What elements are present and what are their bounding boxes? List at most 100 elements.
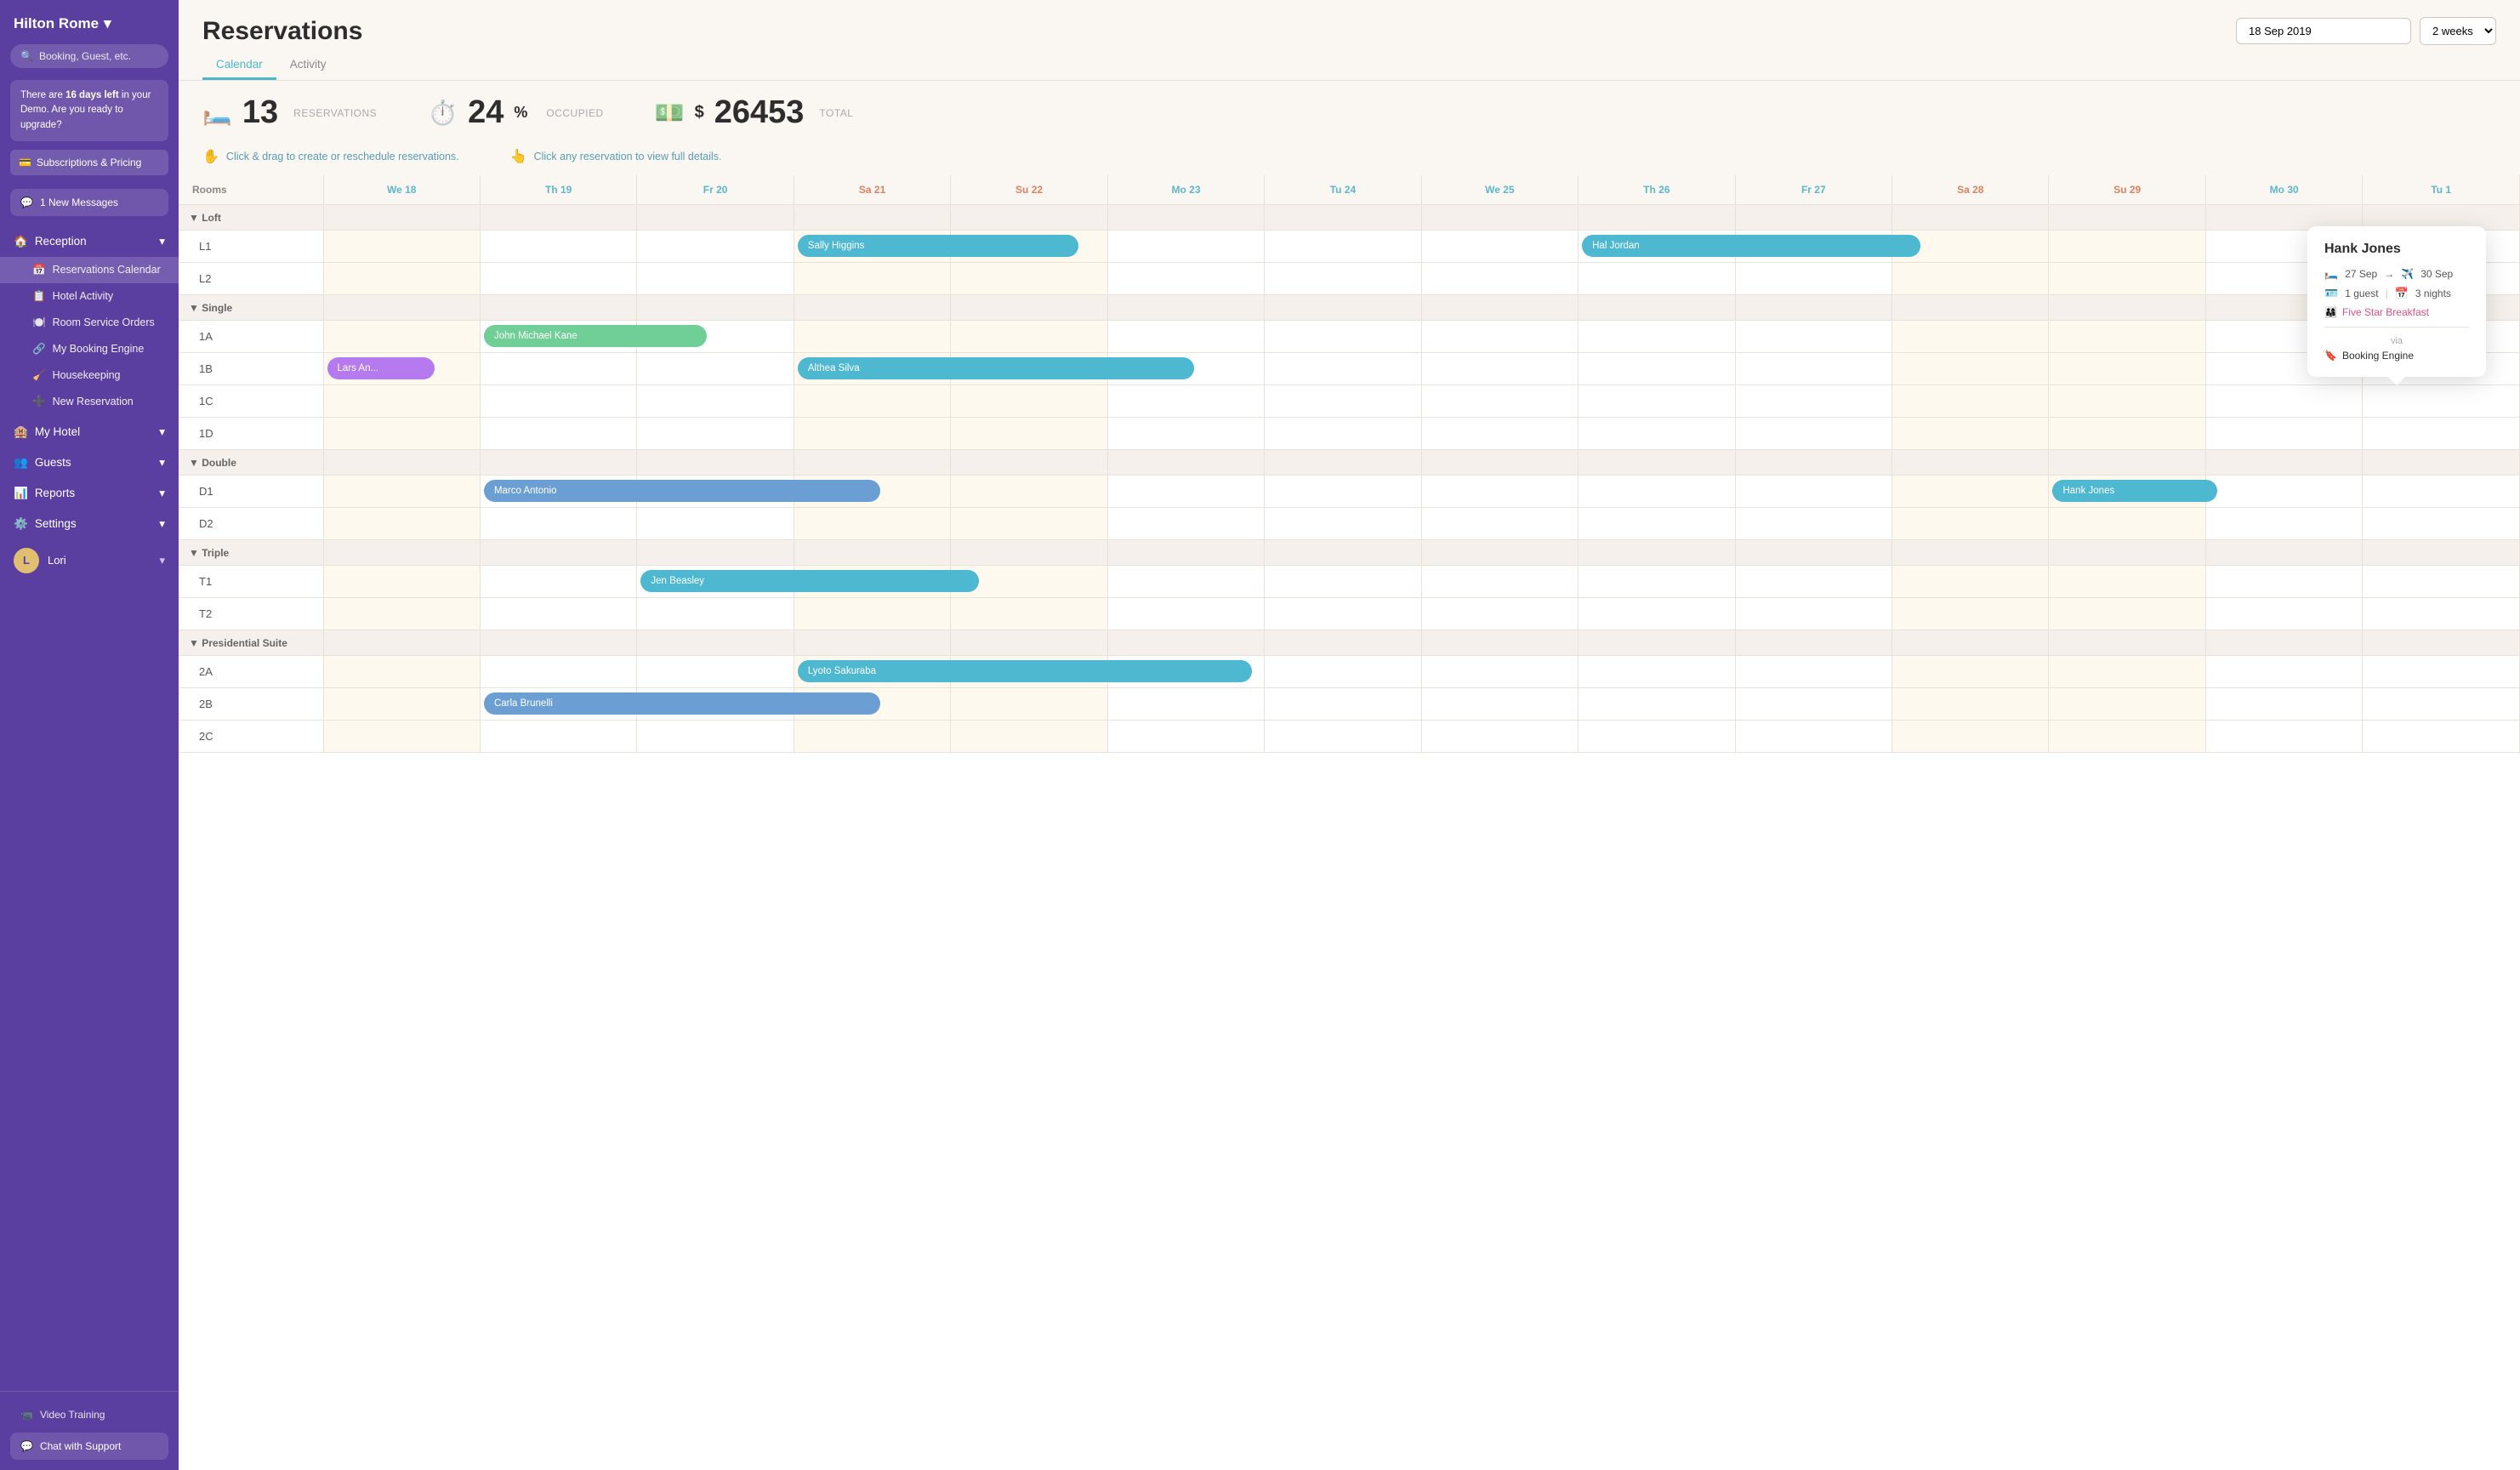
cell-l1-su29[interactable] bbox=[2049, 231, 2205, 263]
reservation-bar[interactable]: Hal Jordan bbox=[1582, 235, 1920, 257]
cell-2c-sa28[interactable] bbox=[1892, 721, 2049, 753]
cell-2b-th26[interactable] bbox=[1579, 688, 1735, 721]
cell-1b-we25[interactable] bbox=[1421, 353, 1578, 385]
cell-2a-su29[interactable] bbox=[2049, 656, 2205, 688]
cell-1d-we18[interactable] bbox=[323, 418, 480, 450]
cell-t2-su22[interactable] bbox=[951, 598, 1107, 630]
upgrade-button[interactable]: 💳 Subscriptions & Pricing bbox=[10, 150, 168, 175]
cell-1c-we18[interactable] bbox=[323, 385, 480, 418]
cell-1c-we25[interactable] bbox=[1421, 385, 1578, 418]
cell-t2-su29[interactable] bbox=[2049, 598, 2205, 630]
tab-activity[interactable]: Activity bbox=[276, 51, 340, 80]
cell-t1-mo30[interactable] bbox=[2205, 566, 2362, 598]
cell-l1-we18[interactable] bbox=[323, 231, 480, 263]
cell-1c-mo23[interactable] bbox=[1107, 385, 1264, 418]
cell-1b-fr20[interactable] bbox=[637, 353, 794, 385]
reservation-bar[interactable]: Carla Brunelli bbox=[484, 692, 880, 715]
cell-2b-su22[interactable] bbox=[951, 688, 1107, 721]
cell-t1-fr27[interactable] bbox=[1735, 566, 1891, 598]
cell-l2-sa28[interactable] bbox=[1892, 263, 2049, 295]
cell-d2-fr27[interactable] bbox=[1735, 508, 1891, 540]
cell-1d-sa28[interactable] bbox=[1892, 418, 2049, 450]
cell-d2-fr20[interactable] bbox=[637, 508, 794, 540]
cell-l1-fr20[interactable] bbox=[637, 231, 794, 263]
cell-d2-tu1[interactable] bbox=[2363, 508, 2520, 540]
tab-calendar[interactable]: Calendar bbox=[202, 51, 276, 80]
cell-l2-sa21[interactable] bbox=[794, 263, 950, 295]
cell-d2-we18[interactable] bbox=[323, 508, 480, 540]
cell-1d-tu24[interactable] bbox=[1265, 418, 1421, 450]
cell-t1-th19[interactable] bbox=[480, 566, 636, 598]
cell-d1-mo23[interactable] bbox=[1107, 476, 1264, 508]
cell-2b-tu24[interactable] bbox=[1265, 688, 1421, 721]
cell-1d-we25[interactable] bbox=[1421, 418, 1578, 450]
cell-1b-fr27[interactable] bbox=[1735, 353, 1891, 385]
cell-1d-su22[interactable] bbox=[951, 418, 1107, 450]
cell-1c-tu1[interactable] bbox=[2363, 385, 2520, 418]
cell-1d-fr27[interactable] bbox=[1735, 418, 1891, 450]
cell-1d-th19[interactable] bbox=[480, 418, 636, 450]
nav-parent-settings[interactable]: ⚙️ Settings ▾ bbox=[0, 509, 179, 539]
reservation-bar[interactable]: Sally Higgins bbox=[798, 235, 1078, 257]
cell-1a-sa21[interactable] bbox=[794, 321, 950, 353]
cell-1b-th19[interactable] bbox=[480, 353, 636, 385]
cell-1a-sa28[interactable] bbox=[1892, 321, 2049, 353]
cell-2b-we25[interactable] bbox=[1421, 688, 1578, 721]
nav-parent-my-hotel[interactable]: 🏨 My Hotel ▾ bbox=[0, 417, 179, 447]
cell-l2-tu24[interactable] bbox=[1265, 263, 1421, 295]
sidebar-item-reservations-calendar[interactable]: 📅 Reservations Calendar bbox=[0, 257, 179, 283]
cell-2c-tu1[interactable] bbox=[2363, 721, 2520, 753]
nav-parent-reports[interactable]: 📊 Reports ▾ bbox=[0, 478, 179, 509]
reservation-bar[interactable]: Hank Jones bbox=[2052, 480, 2217, 502]
cell-2a-fr27[interactable] bbox=[1735, 656, 1891, 688]
cell-d1-mo30[interactable] bbox=[2205, 476, 2362, 508]
cell-t1-tu1[interactable] bbox=[2363, 566, 2520, 598]
cell-t1-mo23[interactable] bbox=[1107, 566, 1264, 598]
cell-2c-fr20[interactable] bbox=[637, 721, 794, 753]
cell-2b-tu1[interactable] bbox=[2363, 688, 2520, 721]
chat-support-button[interactable]: 💬 Chat with Support bbox=[10, 1433, 168, 1460]
cell-1c-su22[interactable] bbox=[951, 385, 1107, 418]
cell-l1-mo23[interactable] bbox=[1107, 231, 1264, 263]
cell-d2-tu24[interactable] bbox=[1265, 508, 1421, 540]
cell-2b-fr27[interactable] bbox=[1735, 688, 1891, 721]
cell-2b-th19[interactable]: Carla Brunelli bbox=[480, 688, 636, 721]
cell-l1-tu24[interactable] bbox=[1265, 231, 1421, 263]
cell-l2-su29[interactable] bbox=[2049, 263, 2205, 295]
video-training-button[interactable]: 📹 Video Training bbox=[10, 1402, 168, 1427]
cell-d2-su22[interactable] bbox=[951, 508, 1107, 540]
cell-t2-fr27[interactable] bbox=[1735, 598, 1891, 630]
cell-1d-mo30[interactable] bbox=[2205, 418, 2362, 450]
cell-2c-we25[interactable] bbox=[1421, 721, 1578, 753]
cell-1c-th26[interactable] bbox=[1579, 385, 1735, 418]
sidebar-item-booking-engine[interactable]: 🔗 My Booking Engine bbox=[0, 336, 179, 362]
cell-1a-we25[interactable] bbox=[1421, 321, 1578, 353]
cell-1b-sa21[interactable]: Althea Silva bbox=[794, 353, 950, 385]
cell-2a-th26[interactable] bbox=[1579, 656, 1735, 688]
cell-2b-mo23[interactable] bbox=[1107, 688, 1264, 721]
cell-1a-fr27[interactable] bbox=[1735, 321, 1891, 353]
cell-t1-we18[interactable] bbox=[323, 566, 480, 598]
cell-l2-su22[interactable] bbox=[951, 263, 1107, 295]
date-picker[interactable] bbox=[2236, 18, 2411, 44]
cell-2c-th19[interactable] bbox=[480, 721, 636, 753]
cell-2b-sa28[interactable] bbox=[1892, 688, 2049, 721]
hotel-name[interactable]: Hilton Rome ▾ bbox=[0, 0, 179, 41]
cell-d2-th19[interactable] bbox=[480, 508, 636, 540]
cell-t2-mo30[interactable] bbox=[2205, 598, 2362, 630]
cell-1a-su22[interactable] bbox=[951, 321, 1107, 353]
reservation-bar[interactable]: Lyoto Sakuraba bbox=[798, 660, 1252, 682]
cell-t1-sa28[interactable] bbox=[1892, 566, 2049, 598]
cell-d2-we25[interactable] bbox=[1421, 508, 1578, 540]
cell-2a-th19[interactable] bbox=[480, 656, 636, 688]
cell-1d-mo23[interactable] bbox=[1107, 418, 1264, 450]
cell-1a-mo23[interactable] bbox=[1107, 321, 1264, 353]
cell-l1-th26[interactable]: Hal Jordan bbox=[1579, 231, 1735, 263]
cell-t2-mo23[interactable] bbox=[1107, 598, 1264, 630]
cell-1a-th19[interactable]: John Michael Kane bbox=[480, 321, 636, 353]
cell-l1-we25[interactable] bbox=[1421, 231, 1578, 263]
cell-2a-tu24[interactable] bbox=[1265, 656, 1421, 688]
cell-2a-mo30[interactable] bbox=[2205, 656, 2362, 688]
cell-l2-fr20[interactable] bbox=[637, 263, 794, 295]
cell-1d-sa21[interactable] bbox=[794, 418, 950, 450]
